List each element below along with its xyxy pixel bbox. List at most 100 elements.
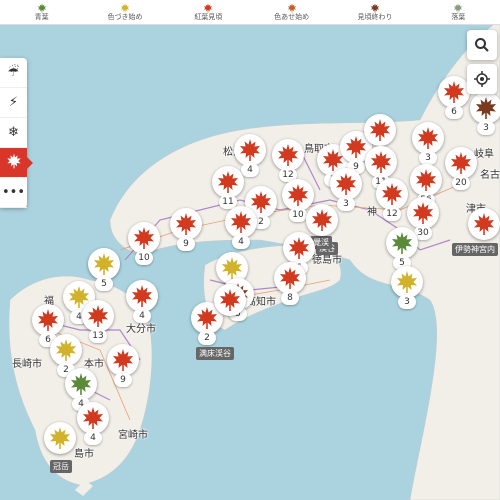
maple-leaf-icon	[346, 136, 366, 158]
maple-leaf-icon	[176, 213, 196, 235]
cluster-count: 12	[383, 207, 401, 221]
foliage-marker[interactable]: 6	[283, 232, 315, 275]
maple-leaf-icon	[240, 139, 260, 161]
foliage-marker[interactable]: 4	[234, 134, 266, 177]
maple-leaf-icon	[38, 309, 58, 331]
cluster-count: 3	[337, 197, 355, 211]
legend-item: 色づき始め	[83, 0, 166, 24]
cluster-count: 13	[89, 329, 107, 343]
maple-leaf-icon	[222, 257, 242, 279]
foliage-marker[interactable]: 3	[391, 266, 423, 309]
foliage-marker[interactable]: 4	[126, 280, 158, 323]
legend-item: 色あせ始め	[250, 0, 333, 24]
foliage-marker[interactable]: 4	[225, 206, 257, 249]
foliage-marker[interactable]: 6	[32, 304, 64, 347]
weather-tool[interactable]: ☔	[0, 58, 27, 88]
foliage-marker[interactable]: 4	[65, 368, 97, 411]
foliage-marker[interactable]	[306, 204, 338, 236]
snowflake-tool[interactable]: ❄	[0, 118, 27, 148]
foliage-marker[interactable]: 5	[386, 227, 418, 270]
more-tool[interactable]: •••	[0, 178, 27, 208]
cluster-count: 9	[177, 237, 195, 251]
maple-leaf-icon	[392, 232, 412, 254]
cluster-count: 9	[114, 373, 132, 387]
cluster-count: 3	[398, 295, 416, 309]
foliage-marker[interactable]: 3	[470, 92, 500, 135]
legend-label: 見頃終わり	[357, 12, 393, 21]
city-label: 本市	[84, 359, 104, 370]
maple-leaf-icon	[280, 267, 300, 289]
cluster-count: 4	[241, 163, 259, 177]
foliage-marker[interactable]: 12	[272, 139, 304, 182]
maple-leaf-icon	[451, 152, 471, 174]
locate-icon	[474, 71, 490, 87]
maple-leaf-icon	[370, 119, 390, 141]
foliage-marker[interactable]: 20	[445, 147, 477, 190]
foliage-marker[interactable]: 6	[438, 76, 470, 119]
spot-label[interactable]: 满床渓谷	[196, 347, 234, 360]
maple-leaf-icon	[382, 183, 402, 205]
cluster-count: 4	[133, 309, 151, 323]
foliage-marker[interactable]: 5	[88, 248, 120, 291]
lightning-tool[interactable]: ⚡	[0, 88, 27, 118]
foliage-marker[interactable]: 8	[274, 262, 306, 305]
foliage-marker[interactable]	[364, 114, 396, 146]
city-label: 長崎市	[12, 359, 42, 370]
foliage-marker[interactable]	[214, 284, 246, 316]
maple-leaf-icon	[204, 2, 213, 13]
map-base[interactable]	[0, 0, 500, 500]
foliage-marker[interactable]: 4	[77, 402, 109, 445]
foliage-marker[interactable]: 13	[82, 300, 114, 343]
foliage-marker[interactable]: 12	[376, 178, 408, 221]
foliage-marker[interactable]: 10	[128, 222, 160, 265]
maple-leaf-icon	[289, 237, 309, 259]
city-label: 名古	[480, 170, 500, 181]
foliage-marker[interactable]: 11	[212, 166, 244, 209]
locate-button[interactable]	[467, 64, 497, 94]
side-toolbar: ☔ ⚡ ❄ •••	[0, 58, 33, 208]
snowflake-icon: ❄	[8, 125, 19, 140]
maple-leaf-icon	[88, 305, 108, 327]
legend-label: 色づき始め	[107, 12, 143, 21]
maple-leaf-icon	[312, 209, 332, 231]
maple-leaf-icon	[6, 153, 22, 173]
cluster-count: 3	[477, 121, 495, 135]
legend-item: 見頃終わり	[333, 0, 416, 24]
foliage-marker[interactable]: 30	[407, 197, 439, 240]
maple-leaf-icon	[94, 253, 114, 275]
maple-leaf-icon	[56, 339, 76, 361]
city-label: 島市	[74, 449, 94, 460]
maple-leaf-icon	[278, 144, 298, 166]
maple-leaf-icon	[474, 213, 494, 235]
more-icon: •••	[1, 185, 25, 200]
foliage-marker[interactable]: 11	[365, 146, 397, 189]
foliage-marker[interactable]	[468, 208, 500, 240]
maple-leaf-icon	[50, 427, 70, 449]
maple-leaf-icon	[454, 2, 463, 13]
maple-leaf-icon	[444, 81, 464, 103]
foliage-marker[interactable]: 10	[282, 179, 314, 222]
legend-label: 紅葉見頃	[194, 12, 223, 21]
maple-leaf-icon	[418, 127, 438, 149]
foliage-marker[interactable]	[44, 422, 76, 454]
maple-leaf-icon	[287, 2, 296, 13]
legend-item: 落葉	[417, 0, 500, 24]
spot-label[interactable]: 冠岳	[50, 460, 72, 473]
maple-leaf-icon	[220, 289, 240, 311]
foliage-marker[interactable]: 3	[412, 122, 444, 165]
maple-leaf-icon	[37, 2, 46, 13]
search-button[interactable]	[467, 30, 497, 60]
autumn-leaf-tool[interactable]	[0, 148, 33, 178]
foliage-marker[interactable]: 9	[107, 344, 139, 387]
cluster-count: 10	[289, 208, 307, 222]
spot-label[interactable]: 伊勢神宮内	[452, 243, 498, 256]
foliage-marker[interactable]: 9	[170, 208, 202, 251]
maple-leaf-icon	[336, 173, 356, 195]
maple-leaf-icon	[416, 169, 436, 191]
foliage-marker[interactable]: 56	[410, 164, 442, 207]
maple-leaf-icon	[231, 211, 251, 233]
foliage-marker[interactable]: 3	[330, 168, 362, 211]
city-label: 神	[367, 207, 377, 218]
cluster-count: 20	[452, 176, 470, 190]
foliage-marker[interactable]: 2	[50, 334, 82, 377]
